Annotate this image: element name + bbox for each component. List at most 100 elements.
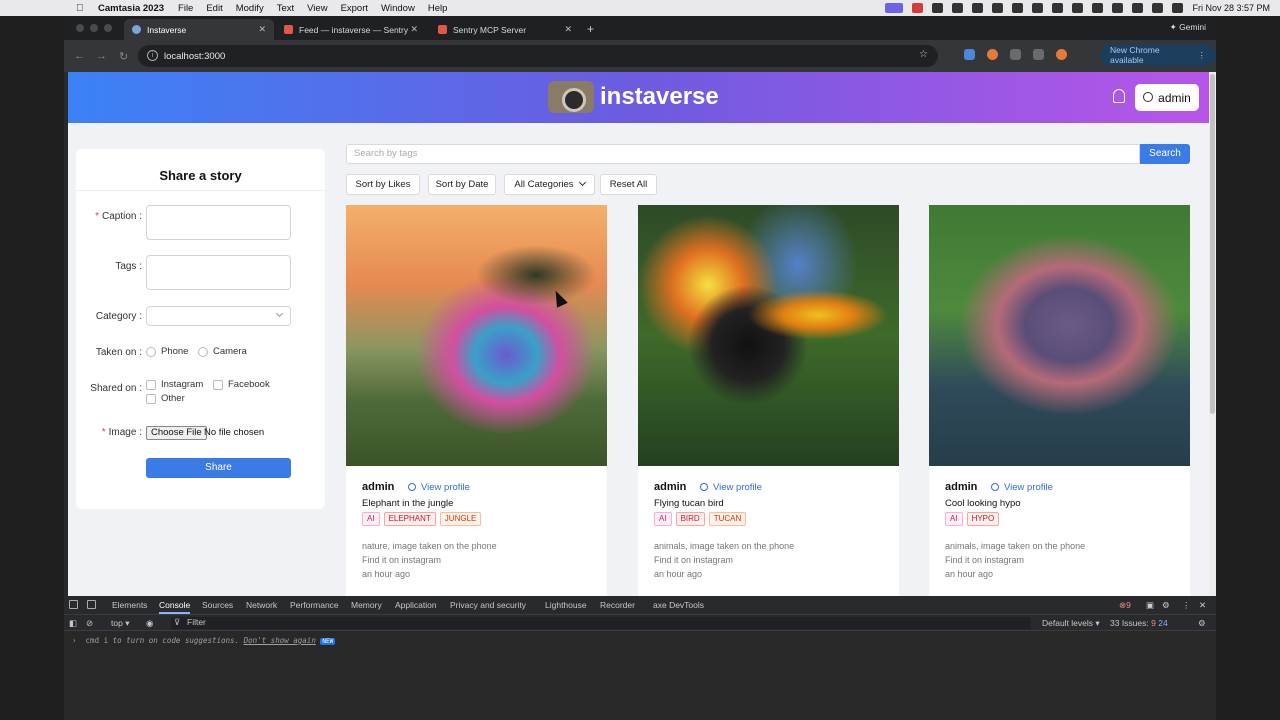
menu-help[interactable]: Help: [428, 3, 448, 14]
tag[interactable]: HYPO: [966, 512, 1000, 526]
status-app-icon[interactable]: [972, 3, 984, 13]
apple-icon[interactable]: : [76, 3, 90, 14]
menu-view[interactable]: View: [307, 3, 327, 14]
keyboard-icon[interactable]: [1072, 3, 1084, 13]
reset-all-button[interactable]: Reset All: [600, 174, 657, 195]
devtools-tab-recorder[interactable]: Recorder: [600, 600, 635, 610]
console-filter-input[interactable]: ⊽ Filter: [171, 617, 1031, 629]
devtools-tab-privacy[interactable]: Privacy and security: [450, 600, 526, 610]
tag[interactable]: TUCAN: [708, 512, 747, 526]
tags-field[interactable]: [146, 255, 291, 290]
volume-icon[interactable]: [1052, 3, 1064, 13]
menu-edit[interactable]: Edit: [206, 3, 222, 14]
page-scrollbar[interactable]: [1209, 72, 1216, 596]
settings-gear-icon[interactable]: ⚙: [1162, 600, 1170, 611]
post-username[interactable]: admin: [654, 481, 686, 493]
spotlight-search-icon[interactable]: [1132, 3, 1144, 13]
brand[interactable]: instaverse: [548, 81, 719, 113]
back-icon[interactable]: ←: [74, 50, 85, 62]
tab-instaverse[interactable]: Instaverse ✕: [124, 19, 274, 40]
side-panel-icon[interactable]: [1033, 49, 1044, 60]
devtools-tab-sources[interactable]: Sources: [202, 600, 233, 610]
tag[interactable]: BIRD: [675, 512, 705, 526]
menu-app-name[interactable]: Camtasia 2023: [98, 3, 164, 14]
menu-clock[interactable]: Fri Nov 28 3:57 PM: [1192, 3, 1270, 13]
status-app-icon[interactable]: [932, 3, 944, 13]
tag[interactable]: JUNGLE: [439, 512, 482, 526]
log-levels-dropdown[interactable]: Default levels ▾: [1042, 618, 1100, 629]
battery-icon[interactable]: [1092, 3, 1104, 13]
sort-by-date-button[interactable]: Sort by Date: [428, 174, 496, 195]
new-tab-button[interactable]: +: [587, 22, 594, 36]
radio-phone[interactable]: Phone: [146, 346, 188, 357]
extension-icon[interactable]: [964, 49, 975, 60]
profile-avatar-icon[interactable]: [1056, 49, 1067, 60]
forward-icon[interactable]: →: [96, 50, 107, 62]
tag[interactable]: AI: [654, 512, 672, 526]
tag[interactable]: ELEPHANT: [383, 512, 436, 526]
view-profile-link[interactable]: View profile: [991, 482, 1053, 493]
menu-window[interactable]: Window: [381, 3, 415, 14]
issues-counter[interactable]: 33 Issues: 9 24: [1110, 618, 1168, 628]
devtools-tab-network[interactable]: Network: [246, 600, 277, 610]
view-profile-link[interactable]: View profile: [408, 482, 470, 493]
devtools-tab-memory[interactable]: Memory: [351, 600, 382, 610]
reload-icon[interactable]: ↻: [119, 50, 128, 63]
devtools-tab-axe[interactable]: axe DevTools: [653, 600, 704, 610]
scrollbar-thumb[interactable]: [1210, 74, 1215, 414]
siri-icon[interactable]: [1172, 3, 1184, 13]
radio-camera[interactable]: Camera: [198, 346, 247, 357]
tag[interactable]: AI: [945, 512, 963, 526]
gemini-button[interactable]: ✦ Gemini: [1170, 22, 1206, 33]
dont-show-again-link[interactable]: Don't show again: [244, 636, 316, 645]
status-app-icon[interactable]: [992, 3, 1004, 13]
error-count-badge[interactable]: ⊗9: [1119, 600, 1131, 611]
post-image-hippo[interactable]: [929, 205, 1190, 466]
console-settings-icon[interactable]: ⚙: [1198, 618, 1206, 629]
status-app-icon[interactable]: [1012, 3, 1024, 13]
status-app-icon[interactable]: [952, 3, 964, 13]
sidebar-toggle-icon[interactable]: ◧: [69, 618, 77, 629]
close-tab-icon[interactable]: ✕: [258, 24, 266, 35]
address-bar[interactable]: i localhost:3000 ☆: [138, 45, 938, 67]
category-select[interactable]: [146, 306, 291, 326]
menu-text[interactable]: Text: [277, 3, 294, 14]
user-menu-button[interactable]: admin: [1135, 84, 1199, 111]
post-card[interactable]: admin View profile Cool looking hypo AI …: [929, 205, 1190, 596]
clear-console-icon[interactable]: ⊘: [86, 618, 93, 629]
ai-assistance-icon[interactable]: ▣: [1146, 600, 1154, 611]
site-info-icon[interactable]: i: [147, 50, 158, 61]
close-tab-icon[interactable]: ✕: [564, 24, 572, 35]
share-button[interactable]: Share: [146, 458, 291, 478]
bookmark-star-icon[interactable]: ☆: [919, 49, 928, 60]
minimize-window-button[interactable]: [90, 24, 98, 32]
close-tab-icon[interactable]: ✕: [410, 24, 418, 35]
tab-sentry-mcp[interactable]: Sentry MCP Server ✕: [430, 19, 580, 40]
view-profile-link[interactable]: View profile: [700, 482, 762, 493]
devtools-tab-lighthouse[interactable]: Lighthouse: [545, 600, 587, 610]
extensions-puzzle-icon[interactable]: [1010, 49, 1021, 60]
eye-icon[interactable]: ◉: [146, 618, 153, 629]
context-select[interactable]: top ▾: [111, 618, 129, 629]
checkbox-facebook[interactable]: Facebook: [213, 379, 270, 390]
control-center-icon[interactable]: [1152, 3, 1164, 13]
zoom-window-button[interactable]: [104, 24, 112, 32]
menu-modify[interactable]: Modify: [236, 3, 264, 14]
devtools-tab-performance[interactable]: Performance: [290, 600, 339, 610]
extension-icon[interactable]: [987, 49, 998, 60]
post-card[interactable]: admin View profile Flying tucan bird AI …: [638, 205, 899, 596]
play-icon[interactable]: [1032, 3, 1044, 13]
checkbox-instagram[interactable]: Instagram: [146, 379, 203, 390]
close-window-button[interactable]: [76, 24, 84, 32]
menu-file[interactable]: File: [178, 3, 193, 14]
inspect-element-icon[interactable]: [69, 600, 78, 609]
new-chrome-available-button[interactable]: New Chrome available ⋮: [1100, 44, 1216, 66]
menu-export[interactable]: Export: [341, 3, 368, 14]
wifi-icon[interactable]: [1112, 3, 1124, 13]
devtools-tab-application[interactable]: Application: [395, 600, 437, 610]
post-username[interactable]: admin: [362, 481, 394, 493]
search-button[interactable]: Search: [1140, 144, 1190, 164]
caption-field[interactable]: [146, 205, 291, 240]
post-card[interactable]: admin View profile Elephant in the jungl…: [346, 205, 607, 596]
recording-icon[interactable]: [885, 3, 904, 13]
